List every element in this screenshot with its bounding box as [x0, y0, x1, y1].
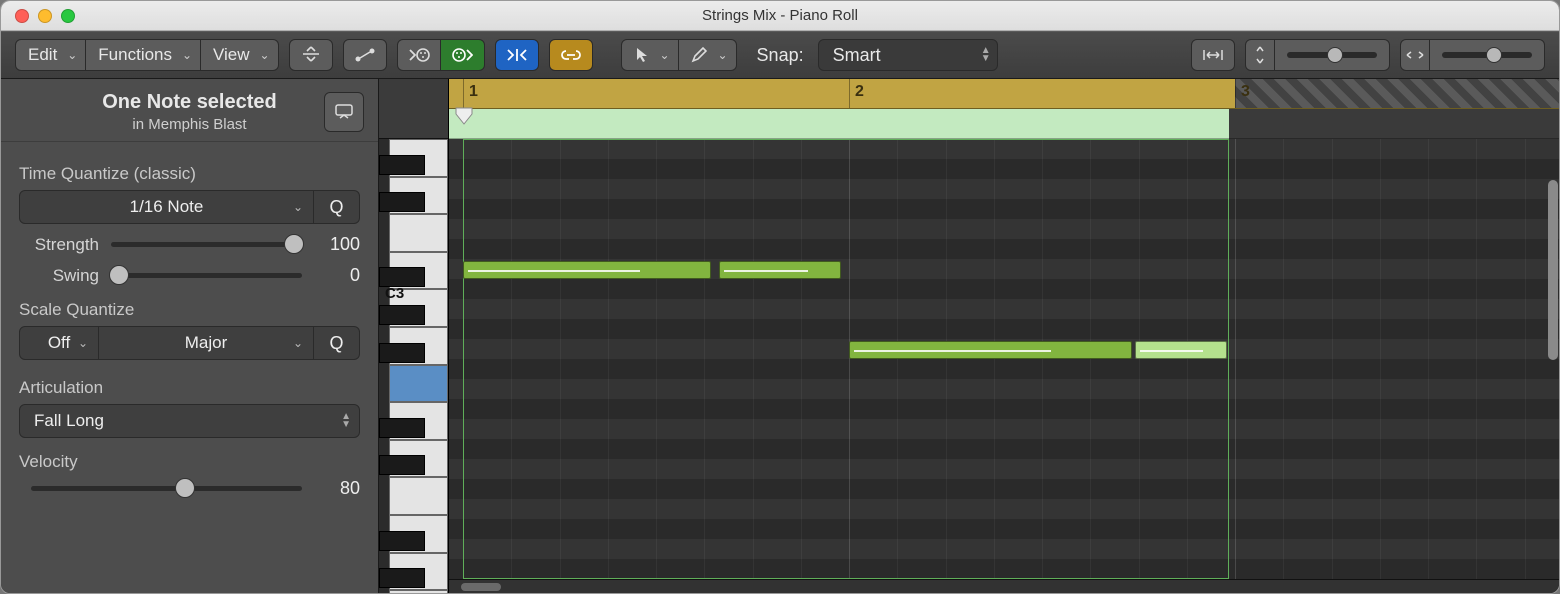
midi-note[interactable] [719, 261, 841, 279]
bar-number: 2 [855, 83, 864, 101]
midi-note[interactable] [1135, 341, 1227, 359]
stepper-icon: ▲▼ [981, 47, 991, 63]
selection-subtitle: in Memphis Blast [55, 116, 324, 133]
velocity-label: Velocity [19, 452, 360, 472]
chevron-down-icon: ⌄ [293, 200, 303, 214]
palette-in-icon [408, 46, 430, 64]
minimize-icon[interactable] [38, 9, 52, 23]
bar-ruler[interactable]: 1 2 3 [449, 79, 1559, 109]
h-arrows-icon [1406, 49, 1424, 61]
menu-view[interactable]: View⌄ [201, 39, 279, 71]
playhead-icon[interactable] [455, 107, 473, 139]
swing-label: Swing [19, 266, 99, 286]
strength-value: 100 [314, 234, 360, 255]
vertical-scrollbar[interactable] [1548, 180, 1558, 360]
automation-curve-button[interactable] [343, 39, 387, 71]
horizontal-scrollbar[interactable] [449, 579, 1559, 593]
snap-label: Snap: [757, 45, 804, 66]
menu-functions[interactable]: Functions⌄ [86, 39, 201, 71]
chevron-down-icon: ⌄ [259, 48, 269, 62]
zoom-vertical-slider[interactable] [1275, 39, 1390, 71]
velocity-slider[interactable] [31, 486, 302, 491]
zoom-horizontal-slider[interactable] [1430, 39, 1545, 71]
zoom-icon[interactable] [61, 9, 75, 23]
chevron-down-icon: ⌄ [67, 48, 77, 62]
scale-quantize-label: Scale Quantize [19, 300, 360, 320]
swing-value: 0 [314, 265, 360, 286]
strength-slider[interactable] [111, 242, 302, 247]
chevron-down-icon: ⌄ [293, 336, 303, 350]
scale-type-field[interactable]: Major⌄ [99, 326, 314, 360]
octave-label-c3: C3 [385, 285, 404, 302]
palette-out-icon [451, 46, 473, 64]
piano-roll-window: Strings Mix - Piano Roll Edit⌄ Functions… [0, 0, 1560, 594]
chevron-down-icon: ⌄ [717, 48, 727, 62]
midi-in-colors-button[interactable] [397, 39, 441, 71]
inspector-panel: One Note selected in Memphis Blast Time … [1, 79, 379, 593]
link-button[interactable] [549, 39, 593, 71]
velocity-value: 80 [314, 478, 360, 499]
close-icon[interactable] [15, 9, 29, 23]
window-controls [1, 9, 75, 23]
panel-toggle-icon [335, 104, 353, 120]
collapse-tracks-button[interactable] [289, 39, 333, 71]
pointer-tool[interactable]: ⌄ [621, 39, 679, 71]
strength-label: Strength [19, 235, 99, 255]
time-quantize-label: Time Quantize (classic) [19, 164, 360, 184]
quantize-now-button[interactable]: Q [314, 190, 360, 224]
fit-h-icon [1202, 48, 1224, 62]
v-arrows-icon [1254, 46, 1266, 64]
pointer-icon [635, 47, 649, 63]
pencil-tool[interactable]: ⌄ [679, 39, 737, 71]
link-icon [559, 48, 583, 62]
midi-out-colors-button[interactable] [441, 39, 485, 71]
time-quantize-field[interactable]: 1/16 Note ⌄ [19, 190, 314, 224]
region-strip[interactable] [449, 109, 1559, 139]
zoom-horizontal-button[interactable] [1400, 39, 1430, 71]
stepper-icon: ▲▼ [341, 413, 351, 429]
chevron-down-icon: ⌄ [659, 48, 669, 62]
bar-number: 1 [469, 83, 478, 101]
piano-keys[interactable]: C3 [379, 79, 449, 593]
bar-number: 3 [1241, 83, 1250, 101]
pencil-icon [691, 47, 707, 63]
catch-icon [505, 47, 529, 63]
snap-value-field[interactable]: Smart ▲▼ [818, 39, 998, 71]
midi-note[interactable] [849, 341, 1132, 359]
chevron-down-icon: ⌄ [78, 336, 88, 350]
note-grid[interactable] [449, 139, 1559, 579]
scale-onoff-field[interactable]: Off⌄ [19, 326, 99, 360]
titlebar[interactable]: Strings Mix - Piano Roll [1, 1, 1559, 31]
swing-slider[interactable] [111, 273, 302, 278]
automation-icon [354, 47, 376, 63]
menu-edit[interactable]: Edit⌄ [15, 39, 86, 71]
collapse-icon [301, 46, 321, 64]
articulation-label: Articulation [19, 378, 360, 398]
chevron-down-icon: ⌄ [182, 48, 192, 62]
zoom-fit-horizontal-button[interactable] [1191, 39, 1235, 71]
piano-roll-grid-area: 1 2 3 [449, 79, 1559, 593]
zoom-vertical-button[interactable] [1245, 39, 1275, 71]
window-title: Strings Mix - Piano Roll [1, 7, 1559, 24]
inspector-collapse-button[interactable] [324, 92, 364, 132]
toolbar: Edit⌄ Functions⌄ View⌄ [1, 31, 1559, 79]
catch-playhead-button[interactable] [495, 39, 539, 71]
scale-quantize-now-button[interactable]: Q [314, 326, 360, 360]
midi-note[interactable] [463, 261, 711, 279]
selection-title: One Note selected [55, 91, 324, 114]
articulation-field[interactable]: Fall Long ▲▼ [19, 404, 360, 438]
